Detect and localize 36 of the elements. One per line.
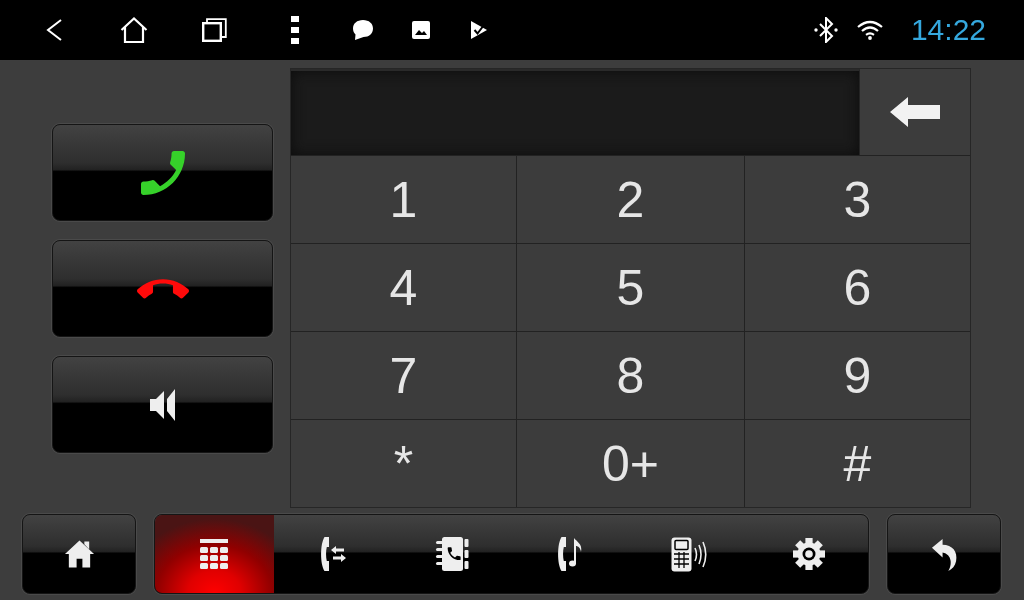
recent-apps-button[interactable] <box>202 18 227 42</box>
dialpad-tab[interactable] <box>155 515 274 593</box>
back-button[interactable] <box>46 19 62 41</box>
dial-key[interactable]: 5 <box>517 243 745 331</box>
dial-key[interactable]: * <box>291 419 517 507</box>
recent-apps-icon <box>202 18 227 42</box>
dial-key[interactable]: 1 <box>291 155 517 243</box>
left-arrow-icon <box>890 97 940 127</box>
house-icon <box>63 539 95 569</box>
dialpad-icon <box>200 539 229 569</box>
check-flag-icon <box>470 20 488 40</box>
handset-icon <box>140 150 185 195</box>
return-button[interactable] <box>887 514 1001 594</box>
image-icon <box>412 21 430 39</box>
answer-call-button[interactable] <box>52 124 273 221</box>
chat-bubble-icon <box>352 19 374 41</box>
number-field[interactable] <box>291 69 860 155</box>
settings-icon <box>791 537 826 571</box>
dial-key[interactable]: 4 <box>291 243 517 331</box>
home-icon <box>120 17 148 43</box>
back-icon <box>46 19 62 41</box>
undo-arrow-icon <box>930 537 958 571</box>
menu-button[interactable] <box>291 16 299 44</box>
menu-icon <box>291 16 299 44</box>
bluetooth-icon <box>813 17 838 43</box>
home-button[interactable] <box>22 514 136 594</box>
mobile-phone-waves-icon <box>670 536 709 572</box>
dial-key[interactable]: 8 <box>517 331 745 419</box>
handset-arrows-icon <box>320 536 347 572</box>
dial-key[interactable]: 2 <box>517 155 745 243</box>
clock-time: 14:22 <box>910 15 986 45</box>
wifi-icon <box>856 20 883 40</box>
dial-key[interactable]: 0+ <box>517 419 745 507</box>
dial-key[interactable]: 7 <box>291 331 517 419</box>
address-book-icon <box>435 536 470 572</box>
hang-up-icon <box>136 278 189 299</box>
